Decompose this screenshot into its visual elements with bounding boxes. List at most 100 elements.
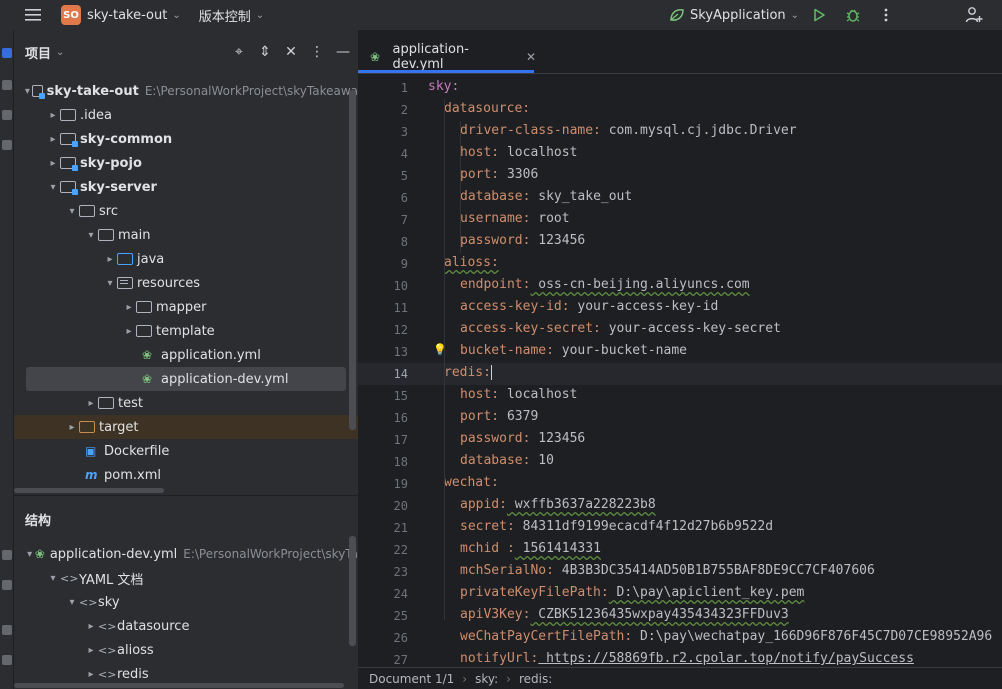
services-tool-icon[interactable] bbox=[2, 550, 12, 560]
crosshair-icon[interactable]: ⌖ bbox=[230, 44, 248, 60]
chevron-right-icon[interactable]: ▸ bbox=[84, 621, 98, 632]
tree-item-template[interactable]: ▸ template bbox=[14, 319, 358, 343]
project-panel-title[interactable]: 项目 bbox=[25, 43, 51, 62]
chevron-right-icon[interactable]: ▸ bbox=[46, 134, 60, 145]
debug-button[interactable] bbox=[843, 5, 863, 25]
chevron-down-icon[interactable]: ⌄ bbox=[172, 10, 180, 21]
tab-application-dev-yml[interactable]: ❀ application-dev.yml ✕ bbox=[360, 40, 536, 74]
code-line[interactable]: username: root bbox=[460, 211, 570, 226]
run-configuration-selector[interactable]: SkyApplication ⌄ bbox=[668, 5, 799, 25]
problems-tool-icon[interactable] bbox=[2, 625, 12, 635]
chevron-down-icon[interactable]: ▾ bbox=[46, 573, 60, 584]
tree-item-sky-server[interactable]: ▾ sky-server bbox=[14, 175, 358, 199]
code-line[interactable]: database: sky_take_out bbox=[460, 189, 632, 204]
chevron-right-icon[interactable]: ▸ bbox=[103, 254, 117, 265]
tree-item-main[interactable]: ▾ main bbox=[14, 223, 358, 247]
code-line[interactable]: host: localhost bbox=[460, 145, 577, 160]
chevron-down-icon[interactable]: ▾ bbox=[23, 86, 32, 97]
breadcrumb-redis[interactable]: redis: bbox=[519, 672, 552, 686]
options-icon[interactable]: ⋮ bbox=[308, 44, 326, 60]
code-line[interactable]: datasource: bbox=[444, 101, 530, 116]
code-line[interactable]: password: 123456 bbox=[460, 233, 585, 248]
tree-item-sky-common[interactable]: ▸ sky-common bbox=[14, 127, 358, 151]
code-line[interactable]: notifyUrl: https://58869fb.r2.cpolar.top… bbox=[460, 651, 914, 666]
chevron-down-icon[interactable]: ▾ bbox=[84, 230, 98, 241]
tree-item-java[interactable]: ▸ java bbox=[14, 247, 358, 271]
structure-item-file[interactable]: ▾ ❀ application-dev.yml E:\PersonalWorkP… bbox=[14, 542, 358, 566]
project-tree-scrollbar[interactable] bbox=[349, 90, 356, 430]
chevron-down-icon[interactable]: ⌄ bbox=[256, 10, 264, 21]
code-line[interactable]: bucket-name: your-bucket-name bbox=[460, 343, 687, 358]
tree-item-pom-xml[interactable]: m pom.xml bbox=[14, 463, 358, 487]
tree-item-sky-pojo[interactable]: ▸ sky-pojo bbox=[14, 151, 358, 175]
chevron-down-icon[interactable]: ▾ bbox=[24, 549, 34, 560]
yaml-value[interactable]: https://58869fb.r2.cpolar.top/notify/pay… bbox=[538, 651, 914, 666]
structure-hscrollbar[interactable] bbox=[14, 683, 344, 688]
code-line[interactable]: host: localhost bbox=[460, 387, 577, 402]
collapse-all-icon[interactable]: ✕ bbox=[282, 44, 300, 60]
project-tool-icon[interactable] bbox=[2, 48, 12, 58]
terminal-tool-icon[interactable] bbox=[2, 580, 12, 590]
project-badge[interactable]: SO bbox=[61, 5, 81, 25]
breadcrumb-sky[interactable]: sky: bbox=[475, 672, 498, 686]
commit-tool-icon[interactable] bbox=[2, 80, 12, 90]
code-line[interactable]: password: 123456 bbox=[460, 431, 585, 446]
code-line[interactable]: sky: bbox=[428, 79, 459, 94]
more-actions-button[interactable] bbox=[876, 5, 896, 25]
tree-item-test[interactable]: ▸ test bbox=[14, 391, 358, 415]
add-user-button[interactable] bbox=[964, 5, 984, 25]
chevron-right-icon[interactable]: ▸ bbox=[84, 669, 98, 680]
code-line[interactable]: apiV3Key: CZBK51236435wxpay435434323FFDu… bbox=[460, 607, 789, 622]
chevron-right-icon[interactable]: ▸ bbox=[122, 302, 136, 313]
code-line[interactable]: redis: bbox=[444, 365, 493, 380]
structure-item-datasource[interactable]: ▸ <> datasource bbox=[14, 614, 358, 638]
tree-item-target[interactable]: ▸ target bbox=[14, 415, 358, 439]
structure-item-sky[interactable]: ▾ <> sky bbox=[14, 590, 358, 614]
structure-scrollbar[interactable] bbox=[349, 536, 356, 646]
tree-item-sky-take-out[interactable]: ▾ sky-take-out E:\PersonalWorkProject\sk… bbox=[14, 79, 358, 103]
code-line[interactable]: secret: 84311df9199ecacdf4f12d27b6b9522d bbox=[460, 519, 773, 534]
tree-item-dockerfile[interactable]: ▣ Dockerfile bbox=[14, 439, 358, 463]
code-line[interactable]: privateKeyFilePath: D:\pay\apiclient_key… bbox=[460, 585, 804, 600]
tree-item-mapper[interactable]: ▸ mapper bbox=[14, 295, 358, 319]
code-line[interactable]: driver-class-name: com.mysql.cj.jdbc.Dri… bbox=[460, 123, 797, 138]
tree-item-src[interactable]: ▾ src bbox=[14, 199, 358, 223]
chevron-down-icon[interactable]: ▾ bbox=[65, 206, 79, 217]
run-button[interactable] bbox=[809, 5, 829, 25]
structure-tool-icon[interactable] bbox=[2, 110, 12, 120]
chevron-right-icon[interactable]: ▸ bbox=[84, 398, 98, 409]
tree-item-application-dev-yml[interactable]: ❀ application-dev.yml bbox=[26, 367, 346, 391]
code-line[interactable]: port: 3306 bbox=[460, 167, 538, 182]
code-line[interactable]: access-key-id: your-access-key-id bbox=[460, 299, 718, 314]
structure-item-yaml-doc[interactable]: ▾ <> YAML 文档 bbox=[14, 566, 358, 590]
chevron-down-icon[interactable]: ⌄ bbox=[56, 47, 64, 58]
document-indicator[interactable]: Document 1/1 bbox=[369, 672, 454, 686]
project-switcher[interactable]: sky-take-out bbox=[87, 8, 167, 23]
expand-collapse-icon[interactable]: ⇕ bbox=[256, 44, 274, 60]
code-line[interactable]: mchid : 1561414331 bbox=[460, 541, 601, 556]
chevron-right-icon[interactable]: ▸ bbox=[46, 110, 60, 121]
chevron-down-icon[interactable]: ▾ bbox=[65, 597, 79, 608]
tree-item-resources[interactable]: ▾ resources bbox=[14, 271, 358, 295]
main-menu-button[interactable] bbox=[22, 0, 44, 30]
code-line[interactable]: alioss: bbox=[444, 255, 499, 270]
code-line[interactable]: database: 10 bbox=[460, 453, 554, 468]
code-line[interactable]: weChatPayCertFilePath: D:\pay\wechatpay_… bbox=[460, 629, 992, 644]
chevron-right-icon[interactable]: ▸ bbox=[65, 422, 79, 433]
code-line[interactable]: appid: wxffb3637a228223b8 bbox=[460, 497, 656, 512]
chevron-down-icon[interactable]: ▾ bbox=[103, 278, 117, 289]
code-line[interactable]: endpoint: oss-cn-beijing.aliyuncs.com bbox=[460, 277, 750, 292]
tree-item-idea[interactable]: ▸ .idea bbox=[14, 103, 358, 127]
code-line[interactable]: access-key-secret: your-access-key-secre… bbox=[460, 321, 781, 336]
git-tool-icon[interactable] bbox=[2, 655, 12, 665]
chevron-right-icon[interactable]: ▸ bbox=[46, 158, 60, 169]
chevron-right-icon[interactable]: ▸ bbox=[122, 326, 136, 337]
code-line[interactable]: mchSerialNo: 4B3B3DC35414AD50B1B755BAF8D… bbox=[460, 563, 875, 578]
chevron-right-icon[interactable]: ▸ bbox=[84, 645, 98, 656]
tree-item-application-yml[interactable]: ❀ application.yml bbox=[14, 343, 358, 367]
close-icon[interactable]: ✕ bbox=[526, 50, 536, 64]
code-line[interactable]: port: 6379 bbox=[460, 409, 538, 424]
chevron-down-icon[interactable]: ▾ bbox=[46, 182, 60, 193]
code-line[interactable]: wechat: bbox=[444, 475, 499, 490]
structure-item-alioss[interactable]: ▸ <> alioss bbox=[14, 638, 358, 662]
